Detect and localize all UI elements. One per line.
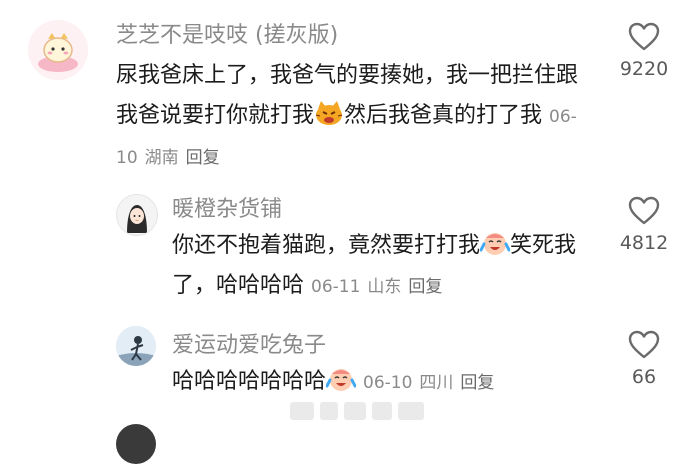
user-avatar[interactable] — [116, 194, 158, 236]
comment-body: 哈哈哈哈哈哈哈 06-10 四川 回复 — [172, 362, 592, 403]
crying-laughing-emoji-icon — [325, 366, 357, 392]
heart-outline-icon — [628, 330, 660, 359]
like-button[interactable]: 66 — [604, 330, 684, 388]
heart-outline-icon — [628, 196, 660, 225]
comment-username[interactable]: 芝芝不是吱吱 (搓灰版) — [116, 22, 338, 50]
girl-avatar-icon — [117, 195, 157, 235]
comment-location: 湖南 — [144, 148, 179, 168]
cartoon-avatar-icon — [28, 20, 88, 80]
comment-text: 你还不抱着猫跑，竟然要打打我 — [172, 233, 481, 258]
comment-body: 你还不抱着猫跑，竟然要打打我 笑死我了，哈哈哈哈 06-11 山东 回复 — [172, 226, 592, 307]
comment-body: 尿我爸床上了，我爸气的要揍她，我一把拦住跟我爸说要打你就打我 然后我爸真的打了我 … — [116, 56, 596, 178]
comment-text: 哈哈哈哈哈哈哈 — [172, 369, 327, 394]
reply-button[interactable]: 回复 — [408, 277, 442, 297]
reply-button[interactable]: 回复 — [186, 148, 220, 168]
comment-date: 06-10 — [363, 373, 413, 393]
comment-location: 四川 — [419, 373, 454, 393]
angry-cat-emoji-icon — [314, 100, 344, 126]
watermark-graphic — [290, 402, 424, 420]
reply-button[interactable]: 回复 — [460, 373, 494, 393]
user-avatar[interactable] — [28, 20, 88, 80]
like-button[interactable]: 4812 — [604, 196, 684, 254]
comment-date: 06-11 — [311, 277, 361, 297]
like-count: 66 — [631, 366, 657, 388]
sport-avatar-icon — [116, 326, 156, 366]
user-avatar[interactable] — [116, 326, 156, 366]
like-button[interactable]: 9220 — [604, 22, 684, 80]
user-avatar[interactable] — [116, 424, 156, 464]
heart-outline-icon — [628, 22, 660, 51]
comment-text-continued: 然后我爸真的打了我 — [344, 103, 543, 128]
like-count: 4812 — [619, 232, 669, 254]
comment-username[interactable]: 暖橙杂货铺 — [172, 196, 282, 224]
crying-laughing-emoji-icon — [479, 230, 511, 256]
like-count: 9220 — [619, 58, 669, 80]
comment-location: 山东 — [367, 277, 402, 297]
comment-username[interactable]: 爱运动爱吃兔子 — [172, 332, 326, 360]
